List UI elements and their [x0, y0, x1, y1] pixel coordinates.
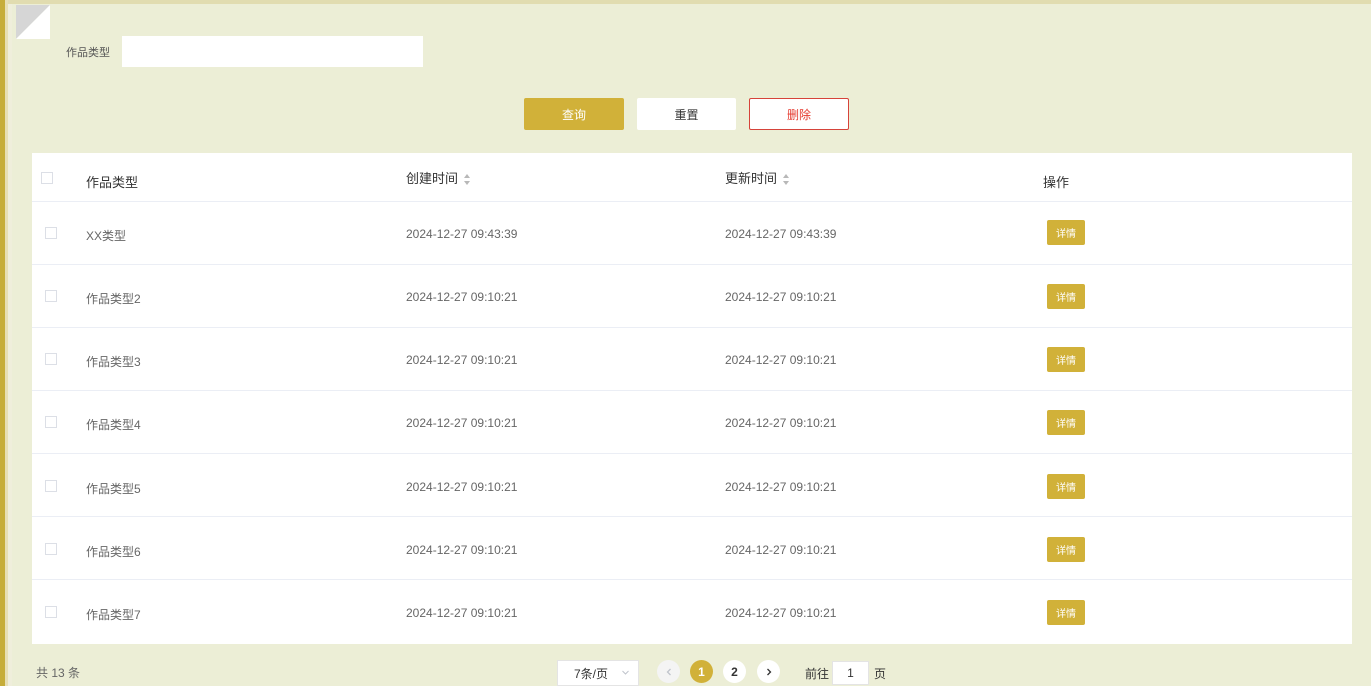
table-row: 作品类型5 2024-12-27 09:10:21 2024-12-27 09:…: [32, 454, 1352, 517]
cell-updated: 2024-12-27 09:10:21: [725, 543, 837, 557]
goto-suffix: 页: [874, 667, 887, 681]
next-page-button[interactable]: [757, 660, 780, 683]
query-button[interactable]: 查询: [524, 98, 624, 130]
row-checkbox[interactable]: [45, 227, 57, 239]
cell-updated: 2024-12-27 09:43:39: [725, 227, 837, 241]
detail-button[interactable]: 详情: [1047, 284, 1085, 309]
header-action: 操作: [1043, 175, 1070, 190]
page-fold-icon: [16, 5, 50, 39]
row-checkbox[interactable]: [45, 290, 57, 302]
search-label: 作品类型: [66, 47, 110, 59]
header-created[interactable]: 创建时间: [406, 168, 471, 187]
goto-prefix: 前往: [805, 667, 830, 681]
cell-created: 2024-12-27 09:10:21: [406, 416, 518, 430]
header-type: 作品类型: [86, 175, 139, 190]
cell-updated: 2024-12-27 09:10:21: [725, 480, 837, 494]
detail-button[interactable]: 详情: [1047, 537, 1085, 562]
cell-type: 作品类型4: [86, 418, 141, 432]
select-all-checkbox[interactable]: [41, 172, 53, 184]
detail-button[interactable]: 详情: [1047, 220, 1085, 245]
row-checkbox[interactable]: [45, 606, 57, 618]
cell-type: 作品类型3: [86, 355, 141, 369]
header-updated[interactable]: 更新时间: [725, 168, 790, 187]
row-checkbox[interactable]: [45, 353, 57, 365]
page-size-select[interactable]: 7条/页: [557, 660, 639, 686]
cell-created: 2024-12-27 09:10:21: [406, 353, 518, 367]
detail-button[interactable]: 详情: [1047, 410, 1085, 435]
cell-created: 2024-12-27 09:10:21: [406, 543, 518, 557]
delete-button[interactable]: 删除: [749, 98, 849, 130]
chevron-right-icon: [766, 668, 771, 675]
left-edge-strip-inner: [5, 0, 8, 686]
table-header: 作品类型 创建时间 更新时间 操作: [32, 153, 1352, 202]
row-checkbox[interactable]: [45, 416, 57, 428]
detail-button[interactable]: 详情: [1047, 600, 1085, 625]
page-size-value: 7条/页: [574, 666, 609, 681]
table-row: 作品类型2 2024-12-27 09:10:21 2024-12-27 09:…: [32, 265, 1352, 328]
table-row: 作品类型7 2024-12-27 09:10:21 2024-12-27 09:…: [32, 580, 1352, 643]
cell-created: 2024-12-27 09:10:21: [406, 606, 518, 620]
cell-created: 2024-12-27 09:43:39: [406, 227, 518, 241]
data-table: 作品类型 创建时间 更新时间 操作 XX类型 2024-12-27 09:43:…: [32, 153, 1352, 644]
detail-button[interactable]: 详情: [1047, 347, 1085, 372]
table-row: 作品类型6 2024-12-27 09:10:21 2024-12-27 09:…: [32, 517, 1352, 580]
chevron-left-icon: [666, 668, 671, 675]
header-updated-label: 更新时间: [725, 171, 778, 186]
chevron-down-icon: [622, 670, 629, 675]
cell-type: 作品类型6: [86, 545, 141, 559]
sort-caret-icon[interactable]: [464, 174, 471, 186]
cell-type: XX类型: [86, 229, 127, 243]
cell-updated: 2024-12-27 09:10:21: [725, 416, 837, 430]
sort-caret-icon[interactable]: [783, 174, 790, 186]
cell-updated: 2024-12-27 09:10:21: [725, 606, 837, 620]
prev-page-button[interactable]: [657, 660, 680, 683]
table-row: XX类型 2024-12-27 09:43:39 2024-12-27 09:4…: [32, 202, 1352, 265]
cell-updated: 2024-12-27 09:10:21: [725, 290, 837, 304]
cell-type: 作品类型5: [86, 482, 141, 496]
table-row: 作品类型3 2024-12-27 09:10:21 2024-12-27 09:…: [32, 328, 1352, 391]
cell-created: 2024-12-27 09:10:21: [406, 480, 518, 494]
page-2-button[interactable]: 2: [723, 660, 746, 683]
table-row: 作品类型4 2024-12-27 09:10:21 2024-12-27 09:…: [32, 391, 1352, 454]
goto-page-input[interactable]: [832, 661, 869, 685]
cell-type: 作品类型7: [86, 608, 141, 622]
reset-button[interactable]: 重置: [637, 98, 736, 130]
cell-created: 2024-12-27 09:10:21: [406, 290, 518, 304]
row-checkbox[interactable]: [45, 543, 57, 555]
pagination-total: 共 13 条: [36, 666, 81, 680]
detail-button[interactable]: 详情: [1047, 474, 1085, 499]
row-checkbox[interactable]: [45, 480, 57, 492]
cell-type: 作品类型2: [86, 292, 141, 306]
search-input[interactable]: [122, 36, 423, 67]
page-1-button[interactable]: 1: [690, 660, 713, 683]
cell-updated: 2024-12-27 09:10:21: [725, 353, 837, 367]
header-created-label: 创建时间: [406, 171, 459, 186]
